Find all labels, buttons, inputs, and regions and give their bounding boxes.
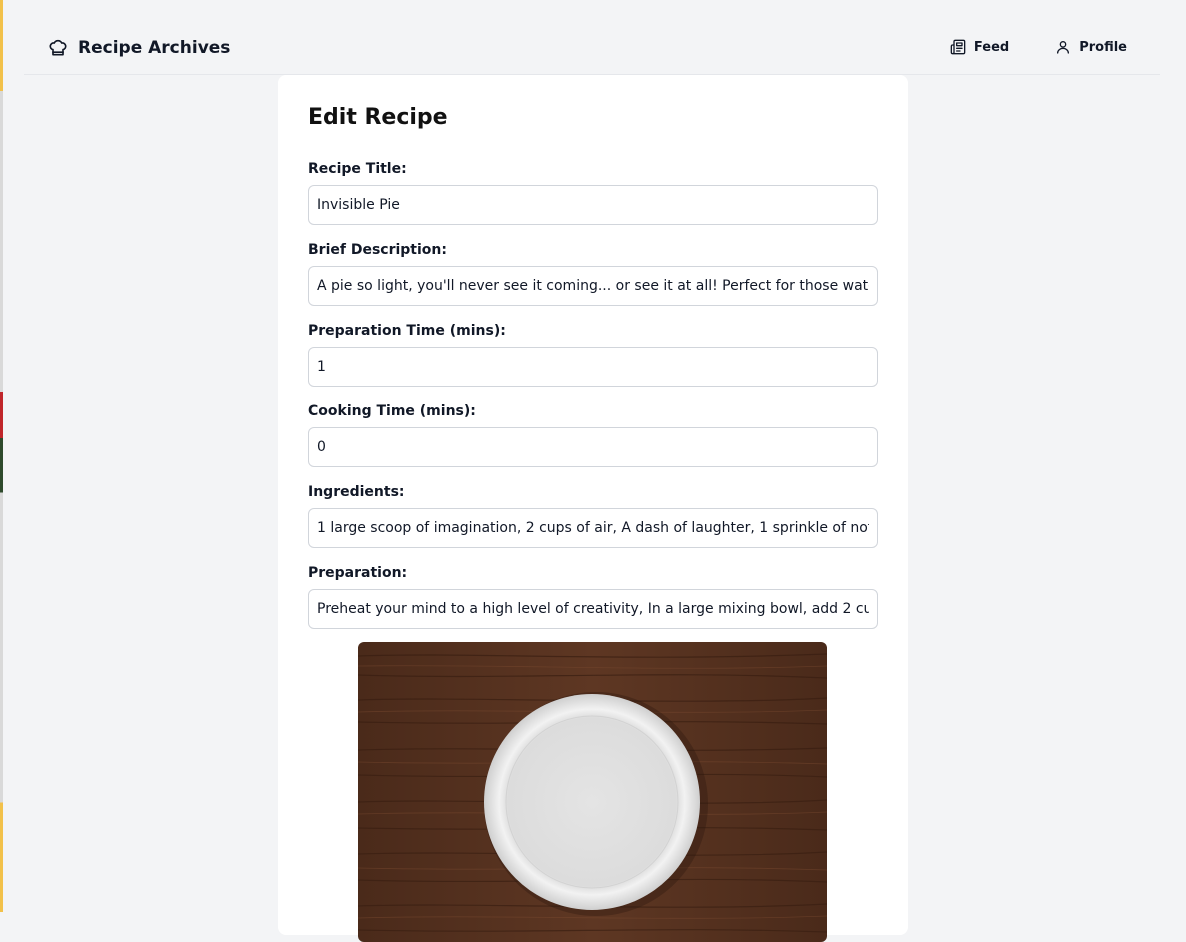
background-image-edge bbox=[0, 0, 3, 912]
brand-name: Recipe Archives bbox=[78, 38, 231, 58]
ingredients-label: Ingredients: bbox=[308, 484, 405, 500]
brand[interactable]: Recipe Archives bbox=[48, 38, 230, 58]
page-title: Edit Recipe bbox=[308, 105, 448, 130]
preparation-input[interactable] bbox=[308, 589, 878, 629]
preparation-field: Preparation: bbox=[308, 563, 878, 629]
ingredients-field: Ingredients: bbox=[308, 482, 878, 548]
chef-hat-icon bbox=[48, 38, 68, 58]
cook-time-input[interactable] bbox=[308, 427, 878, 467]
nav-feed-link[interactable]: Feed bbox=[950, 39, 1009, 55]
description-input[interactable] bbox=[308, 266, 878, 306]
edit-recipe-card: Edit Recipe Recipe Title: Brief Descript… bbox=[278, 75, 908, 942]
user-icon bbox=[1055, 39, 1071, 55]
cook-time-label: Cooking Time (mins): bbox=[308, 403, 476, 419]
top-navbar: Recipe Archives Feed Profile bbox=[24, 24, 1160, 75]
prep-time-input[interactable] bbox=[308, 347, 878, 387]
newspaper-icon bbox=[950, 39, 966, 55]
recipe-title-field: Recipe Title: bbox=[308, 159, 878, 225]
prep-time-field: Preparation Time (mins): bbox=[308, 321, 878, 387]
ingredients-input[interactable] bbox=[308, 508, 878, 548]
prep-time-label: Preparation Time (mins): bbox=[308, 323, 506, 339]
preparation-label: Preparation: bbox=[308, 565, 408, 581]
description-label: Brief Description: bbox=[308, 242, 447, 258]
nav-links: Feed Profile bbox=[950, 39, 1127, 55]
nav-profile-link[interactable]: Profile bbox=[1055, 39, 1127, 55]
recipe-photo bbox=[358, 642, 827, 942]
recipe-title-label: Recipe Title: bbox=[308, 161, 407, 177]
cook-time-field: Cooking Time (mins): bbox=[308, 401, 878, 467]
nav-profile-label: Profile bbox=[1079, 39, 1127, 55]
description-field: Brief Description: bbox=[308, 240, 878, 306]
nav-feed-label: Feed bbox=[973, 39, 1010, 55]
recipe-title-input[interactable] bbox=[308, 185, 878, 225]
